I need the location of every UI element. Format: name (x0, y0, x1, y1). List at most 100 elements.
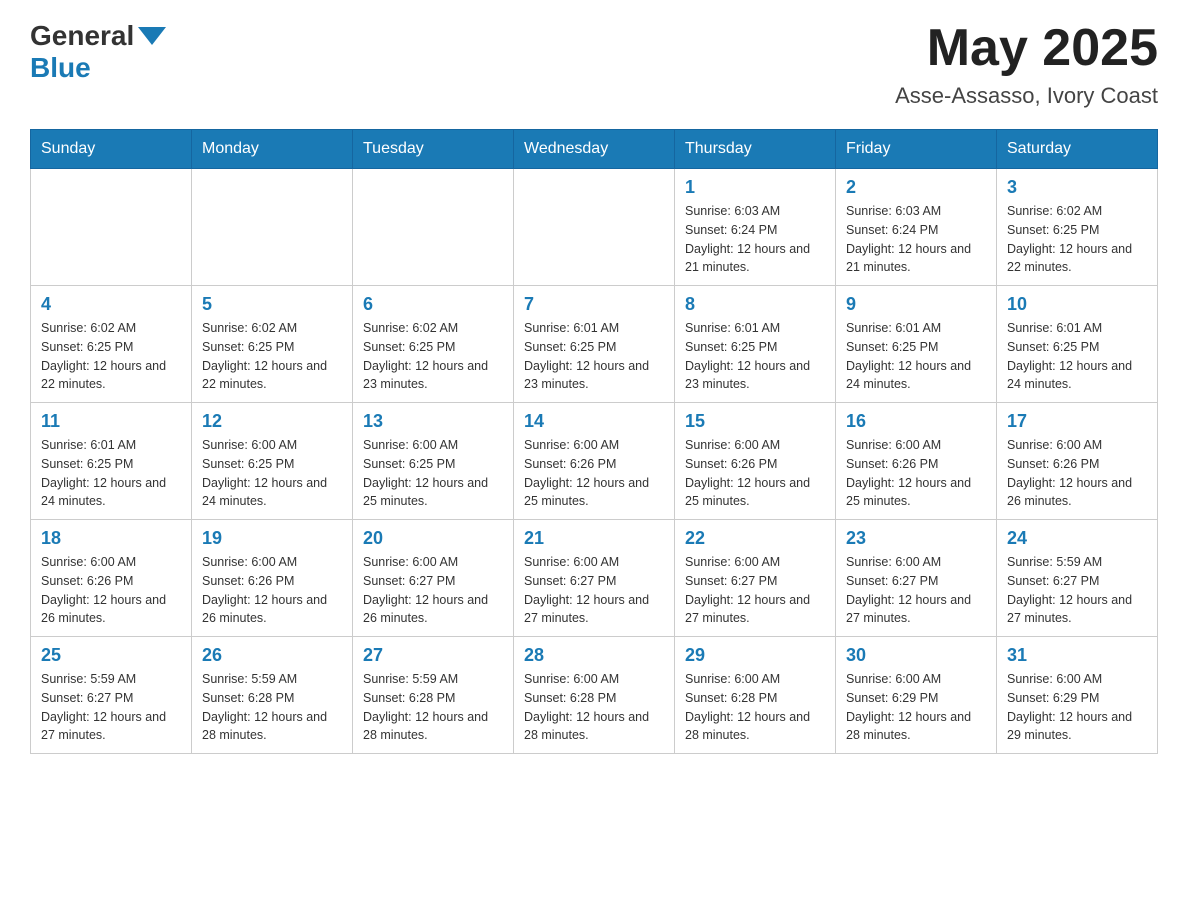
week-row: 1Sunrise: 6:03 AMSunset: 6:24 PMDaylight… (31, 169, 1158, 286)
day-info: Sunrise: 6:00 AMSunset: 6:26 PMDaylight:… (685, 436, 825, 511)
day-info: Sunrise: 6:02 AMSunset: 6:25 PMDaylight:… (1007, 202, 1147, 277)
week-row: 11 Sunrise: 6:01 AMSunset: 6:25 PMDayligh… (31, 403, 1158, 520)
day-number: 29 (685, 645, 825, 666)
day-number: 30 (846, 645, 986, 666)
calendar-cell: 14Sunrise: 6:00 AMSunset: 6:26 PMDayligh… (514, 403, 675, 520)
calendar-cell: 27Sunrise: 5:59 AMSunset: 6:28 PMDayligh… (353, 637, 514, 754)
logo-blue-text: Blue (30, 52, 91, 84)
day-info: Sunrise: 5:59 AMSunset: 6:28 PMDaylight:… (363, 670, 503, 745)
calendar-cell: 26Sunrise: 5:59 AMSunset: 6:28 PMDayligh… (192, 637, 353, 754)
day-info: Sunrise: 6:00 AMSunset: 6:27 PMDaylight:… (685, 553, 825, 628)
calendar-cell: 30 Sunrise: 6:00 AMSunset: 6:29 PMDayligh… (836, 637, 997, 754)
calendar-cell (192, 169, 353, 286)
day-info: Sunrise: 6:00 AMSunset: 6:26 PMDaylight:… (41, 553, 181, 628)
calendar-cell: 6Sunrise: 6:02 AMSunset: 6:25 PMDaylight… (353, 286, 514, 403)
day-number: 22 (685, 528, 825, 549)
calendar-cell: 8Sunrise: 6:01 AMSunset: 6:25 PMDaylight… (675, 286, 836, 403)
day-number: 15 (685, 411, 825, 432)
day-info: Sunrise: 6:01 AMSunset: 6:25 PMDaylight:… (846, 319, 986, 394)
day-number: 13 (363, 411, 503, 432)
day-number: 31 (1007, 645, 1147, 666)
logo-arrow-icon (138, 27, 166, 45)
calendar-cell: 29 Sunrise: 6:00 AMSunset: 6:28 PMDayligh… (675, 637, 836, 754)
day-number: 7 (524, 294, 664, 315)
day-number: 11 (41, 411, 181, 432)
day-number: 6 (363, 294, 503, 315)
day-info: Sunrise: 6:00 AMSunset: 6:27 PMDaylight:… (363, 553, 503, 628)
day-info: Sunrise: 6:01 AMSunset: 6:25 PMDaylight:… (1007, 319, 1147, 394)
calendar-cell: 13 Sunrise: 6:00 AMSunset: 6:25 PMDayligh… (353, 403, 514, 520)
location: Asse-Assasso, Ivory Coast (895, 83, 1158, 109)
calendar-cell: 21Sunrise: 6:00 AMSunset: 6:27 PMDayligh… (514, 520, 675, 637)
day-number: 16 (846, 411, 986, 432)
day-info: Sunrise: 6:00 AMSunset: 6:28 PMDaylight:… (685, 670, 825, 745)
calendar-cell: 16 Sunrise: 6:00 AMSunset: 6:26 PMDayligh… (836, 403, 997, 520)
day-number: 24 (1007, 528, 1147, 549)
day-info: Sunrise: 6:02 AMSunset: 6:25 PMDaylight:… (202, 319, 342, 394)
calendar-cell: 31Sunrise: 6:00 AMSunset: 6:29 PMDayligh… (997, 637, 1158, 754)
calendar-cell: 12 Sunrise: 6:00 AMSunset: 6:25 PMDayligh… (192, 403, 353, 520)
page-header: General Blue May 2025 Asse-Assasso, Ivor… (30, 20, 1158, 109)
day-number: 17 (1007, 411, 1147, 432)
calendar-cell: 24 Sunrise: 5:59 AMSunset: 6:27 PMDayligh… (997, 520, 1158, 637)
day-info: Sunrise: 6:00 AMSunset: 6:26 PMDaylight:… (846, 436, 986, 511)
day-of-week-header: Sunday (31, 130, 192, 169)
day-number: 21 (524, 528, 664, 549)
day-info: Sunrise: 6:01 AMSunset: 6:25 PMDaylight:… (524, 319, 664, 394)
day-info: Sunrise: 6:00 AMSunset: 6:28 PMDaylight:… (524, 670, 664, 745)
day-info: Sunrise: 6:01 AMSunset: 6:25 PMDaylight:… (685, 319, 825, 394)
day-number: 10 (1007, 294, 1147, 315)
day-number: 25 (41, 645, 181, 666)
logo: General Blue (30, 20, 166, 84)
day-info: Sunrise: 6:01 AMSunset: 6:25 PMDaylight:… (41, 436, 181, 511)
day-number: 20 (363, 528, 503, 549)
calendar-cell: 1Sunrise: 6:03 AMSunset: 6:24 PMDaylight… (675, 169, 836, 286)
day-info: Sunrise: 6:00 AMSunset: 6:26 PMDaylight:… (1007, 436, 1147, 511)
day-of-week-header: Tuesday (353, 130, 514, 169)
calendar-cell: 20 Sunrise: 6:00 AMSunset: 6:27 PMDayligh… (353, 520, 514, 637)
calendar-header-row: SundayMondayTuesdayWednesdayThursdayFrid… (31, 130, 1158, 169)
day-of-week-header: Wednesday (514, 130, 675, 169)
calendar-table: SundayMondayTuesdayWednesdayThursdayFrid… (30, 129, 1158, 754)
calendar-cell: 7 Sunrise: 6:01 AMSunset: 6:25 PMDaylight… (514, 286, 675, 403)
calendar-cell: 19Sunrise: 6:00 AMSunset: 6:26 PMDayligh… (192, 520, 353, 637)
day-number: 3 (1007, 177, 1147, 198)
calendar-cell (514, 169, 675, 286)
day-number: 9 (846, 294, 986, 315)
calendar-cell: 23 Sunrise: 6:00 AMSunset: 6:27 PMDayligh… (836, 520, 997, 637)
month-title: May 2025 (895, 20, 1158, 77)
day-info: Sunrise: 5:59 AMSunset: 6:27 PMDaylight:… (1007, 553, 1147, 628)
day-number: 12 (202, 411, 342, 432)
day-number: 28 (524, 645, 664, 666)
day-info: Sunrise: 6:02 AMSunset: 6:25 PMDaylight:… (41, 319, 181, 394)
day-info: Sunrise: 6:00 AMSunset: 6:25 PMDaylight:… (363, 436, 503, 511)
calendar-cell: 15 Sunrise: 6:00 AMSunset: 6:26 PMDayligh… (675, 403, 836, 520)
day-number: 18 (41, 528, 181, 549)
day-of-week-header: Thursday (675, 130, 836, 169)
day-number: 4 (41, 294, 181, 315)
title-block: May 2025 Asse-Assasso, Ivory Coast (895, 20, 1158, 109)
calendar-cell: 25 Sunrise: 5:59 AMSunset: 6:27 PMDayligh… (31, 637, 192, 754)
week-row: 4 Sunrise: 6:02 AMSunset: 6:25 PMDaylight… (31, 286, 1158, 403)
day-info: Sunrise: 5:59 AMSunset: 6:27 PMDaylight:… (41, 670, 181, 745)
day-number: 19 (202, 528, 342, 549)
calendar-cell: 11 Sunrise: 6:01 AMSunset: 6:25 PMDayligh… (31, 403, 192, 520)
calendar-cell: 4 Sunrise: 6:02 AMSunset: 6:25 PMDaylight… (31, 286, 192, 403)
day-number: 2 (846, 177, 986, 198)
day-number: 14 (524, 411, 664, 432)
day-info: Sunrise: 6:00 AMSunset: 6:29 PMDaylight:… (846, 670, 986, 745)
calendar-cell: 10 Sunrise: 6:01 AMSunset: 6:25 PMDayligh… (997, 286, 1158, 403)
calendar-cell (353, 169, 514, 286)
calendar-cell: 2 Sunrise: 6:03 AMSunset: 6:24 PMDaylight… (836, 169, 997, 286)
day-info: Sunrise: 6:03 AMSunset: 6:24 PMDaylight:… (846, 202, 986, 277)
calendar-cell: 22 Sunrise: 6:00 AMSunset: 6:27 PMDayligh… (675, 520, 836, 637)
calendar-cell: 18 Sunrise: 6:00 AMSunset: 6:26 PMDayligh… (31, 520, 192, 637)
logo-text: General (30, 20, 134, 52)
day-number: 5 (202, 294, 342, 315)
day-number: 26 (202, 645, 342, 666)
day-info: Sunrise: 6:00 AMSunset: 6:27 PMDaylight:… (846, 553, 986, 628)
day-number: 23 (846, 528, 986, 549)
day-info: Sunrise: 6:00 AMSunset: 6:25 PMDaylight:… (202, 436, 342, 511)
day-of-week-header: Friday (836, 130, 997, 169)
calendar-cell (31, 169, 192, 286)
